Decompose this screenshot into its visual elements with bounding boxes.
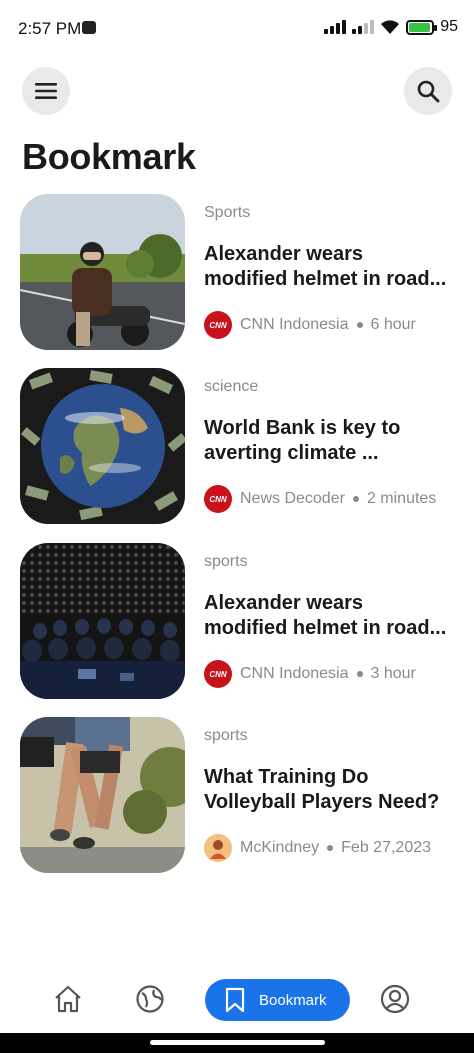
screen-record-icon — [82, 21, 96, 34]
home-icon — [55, 985, 81, 1013]
cnn-logo-icon: CNN — [204, 485, 232, 513]
battery-icon — [406, 19, 438, 35]
runners-image — [20, 717, 185, 873]
article-title-line1: Alexander wears — [204, 243, 363, 265]
signal-icon — [324, 20, 347, 34]
article-title-line1: What Training Do — [204, 766, 369, 788]
article-category: Sports — [204, 204, 251, 221]
article-source: McKindney — [240, 839, 320, 856]
menu-button[interactable] — [22, 67, 70, 115]
signal-2-icon — [352, 20, 375, 34]
separator-dot — [356, 671, 363, 677]
hamburger-menu-icon — [35, 83, 57, 99]
author-avatar-icon — [204, 834, 232, 862]
separator-dot — [327, 845, 334, 851]
article-meta: CNN CNN Indonesia 3 hour — [204, 660, 416, 688]
article-card[interactable]: Sports Alexander wears modified helmet i… — [20, 194, 460, 350]
bookmark-icon — [225, 987, 245, 1013]
separator-dot — [352, 496, 359, 502]
article-title[interactable]: Alexander wears modified helmet in road.… — [204, 242, 460, 292]
nav-explore[interactable] — [134, 983, 166, 1015]
article-category: science — [204, 378, 259, 395]
article-source: CNN Indonesia — [240, 665, 349, 682]
status-bar: 2:57 PM 95 — [0, 0, 474, 58]
article-title-line2: Volleyball Players Need? — [204, 791, 440, 813]
nav-profile[interactable] — [379, 983, 411, 1015]
audience-concert-image — [20, 543, 185, 699]
article-title-line2: modified helmet in road... — [204, 268, 447, 290]
nav-bookmark-label: Bookmark — [259, 991, 327, 1009]
article-title-line1: Alexander wears — [204, 592, 363, 614]
cnn-logo-icon: CNN — [204, 311, 232, 339]
article-time: 2 minutes — [366, 490, 437, 507]
globe-icon — [136, 985, 164, 1013]
page-title: Bookmark — [22, 136, 196, 177]
article-time: 6 hour — [370, 316, 416, 333]
article-meta: McKindney Feb 27,2023 — [204, 834, 431, 862]
article-title[interactable]: World Bank is key to averting climate ..… — [204, 416, 460, 466]
bottom-navigation: Bookmark — [0, 970, 474, 1030]
article-category: sports — [204, 553, 248, 570]
separator-dot — [356, 322, 363, 328]
article-category: sports — [204, 727, 248, 744]
search-button[interactable] — [404, 67, 452, 115]
article-meta: CNN News Decoder 2 minutes — [204, 485, 436, 513]
nav-home[interactable] — [52, 983, 84, 1015]
cnn-logo-icon: CNN — [204, 660, 232, 688]
earth-money-image — [20, 368, 185, 524]
motorcycle-rider-image — [20, 194, 185, 350]
gesture-bar[interactable] — [0, 1033, 474, 1053]
article-title[interactable]: What Training Do Volleyball Players Need… — [204, 765, 460, 815]
article-source: CNN Indonesia — [240, 316, 349, 333]
wifi-icon — [381, 20, 400, 34]
status-indicators: 95 — [324, 18, 458, 36]
article-time: 3 hour — [370, 665, 416, 682]
article-meta: CNN CNN Indonesia 6 hour — [204, 311, 416, 339]
article-title-line2: averting climate ... — [204, 442, 379, 464]
article-title[interactable]: Alexander wears modified helmet in road.… — [204, 591, 460, 641]
search-icon — [417, 80, 440, 103]
article-card[interactable]: sports Alexander wears modified helmet i… — [20, 543, 460, 699]
status-time: 2:57 PM — [18, 19, 82, 38]
profile-icon — [380, 984, 410, 1014]
nav-bookmark[interactable]: Bookmark — [205, 979, 350, 1021]
battery-percent: 95 — [440, 18, 458, 35]
article-card[interactable]: sports What Training Do Volleyball Playe… — [20, 717, 460, 873]
article-source: News Decoder — [240, 490, 345, 507]
article-title-line2: modified helmet in road... — [204, 617, 447, 639]
article-title-line1: World Bank is key to — [204, 417, 401, 439]
article-time: Feb 27,2023 — [341, 839, 432, 856]
article-card[interactable]: science World Bank is key to averting cl… — [20, 368, 460, 524]
